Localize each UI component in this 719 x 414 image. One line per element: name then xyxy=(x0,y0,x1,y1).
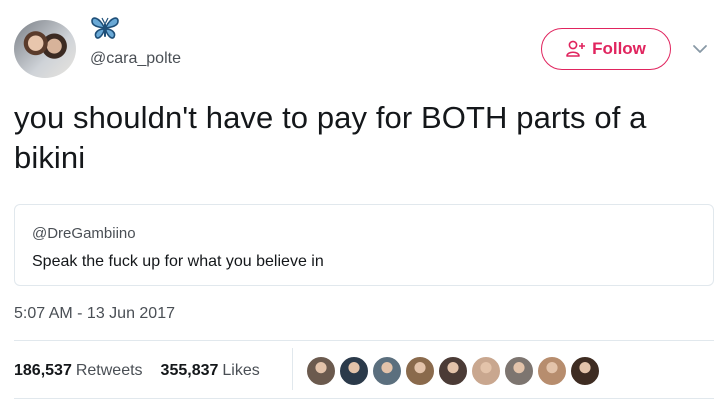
display-name[interactable] xyxy=(90,16,120,44)
liker-avatars xyxy=(306,356,600,386)
stats-separator xyxy=(292,348,293,390)
chevron-down-icon[interactable] xyxy=(690,40,710,58)
author-handle[interactable]: @cara_polte xyxy=(90,50,181,68)
likes-label: Likes xyxy=(222,362,260,379)
divider xyxy=(14,340,714,341)
quoted-tweet-handle: @DreGambiino xyxy=(32,225,136,242)
tweet-stats: 186,537 Retweets 355,837 Likes xyxy=(14,362,260,380)
liker-avatar[interactable] xyxy=(504,356,534,386)
liker-avatar[interactable] xyxy=(306,356,336,386)
liker-avatar[interactable] xyxy=(405,356,435,386)
add-user-icon xyxy=(566,40,586,58)
retweets-stat[interactable]: 186,537 Retweets xyxy=(14,362,143,380)
liker-avatar[interactable] xyxy=(471,356,501,386)
tweet-card: @cara_polte Follow you shouldn't have to… xyxy=(0,0,719,414)
follow-button[interactable]: Follow xyxy=(541,28,671,70)
likes-count: 355,837 xyxy=(160,362,219,379)
liker-avatar[interactable] xyxy=(339,356,369,386)
retweets-count: 186,537 xyxy=(14,362,72,379)
retweets-label: Retweets xyxy=(75,362,143,379)
butterfly-icon xyxy=(90,15,120,46)
divider xyxy=(14,398,714,399)
tweet-text: you shouldn't have to pay for BOTH parts… xyxy=(14,100,647,175)
quoted-tweet-text: Speak the fuck up for what you believe i… xyxy=(32,253,324,270)
tweet-timestamp[interactable]: 5:07 AM - 13 Jun 2017 xyxy=(14,305,175,323)
liker-avatar[interactable] xyxy=(372,356,402,386)
likes-stat[interactable]: 355,837 Likes xyxy=(161,362,260,380)
quoted-tweet[interactable]: @DreGambiino Speak the fuck up for what … xyxy=(14,204,714,286)
follow-label: Follow xyxy=(592,39,646,58)
liker-avatar[interactable] xyxy=(570,356,600,386)
liker-avatar[interactable] xyxy=(537,356,567,386)
avatar[interactable] xyxy=(14,20,76,78)
liker-avatar[interactable] xyxy=(438,356,468,386)
